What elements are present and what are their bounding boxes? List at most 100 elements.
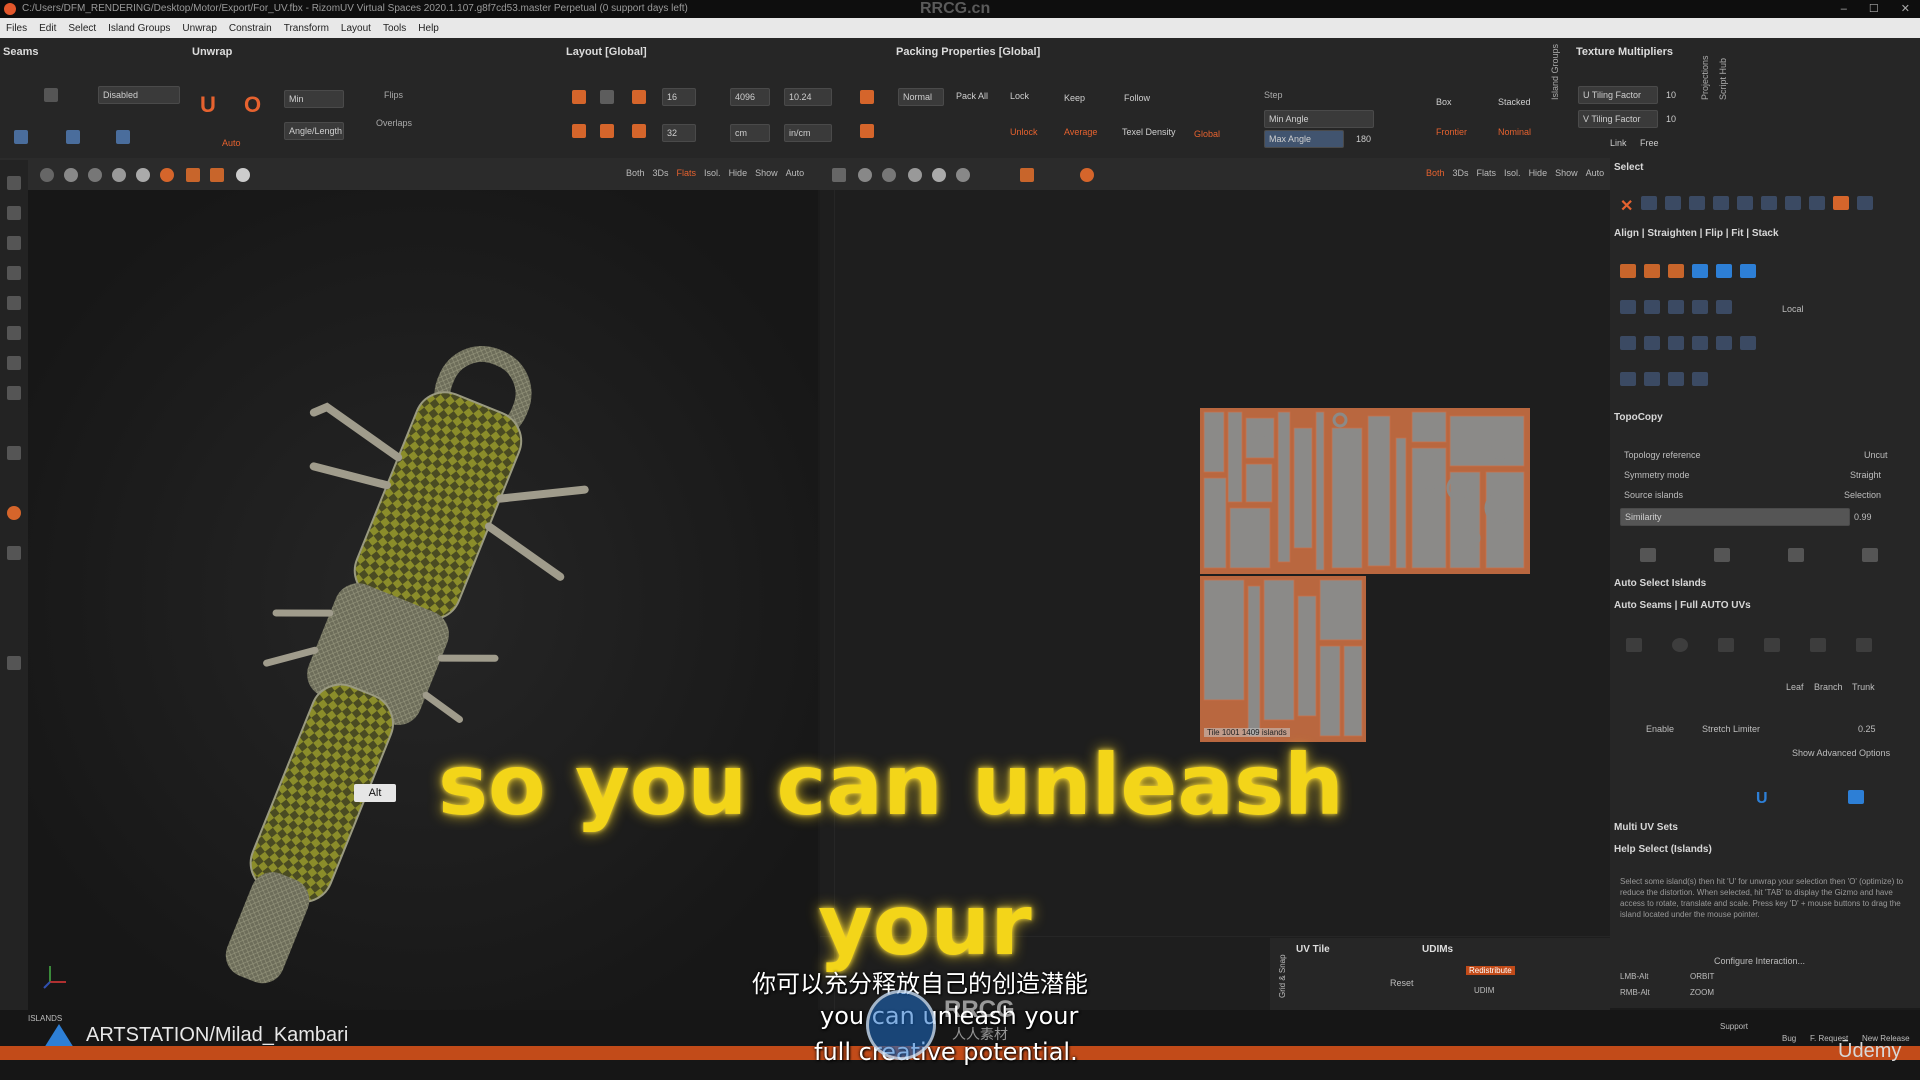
auto-select-title[interactable]: Auto Select Islands [1614, 578, 1706, 589]
select-invert-icon[interactable] [1833, 196, 1850, 210]
menu-constrain[interactable]: Constrain [229, 23, 272, 34]
topocopy-stack-icon[interactable] [1862, 548, 1878, 562]
wire-icon[interactable] [88, 168, 102, 182]
map-resolution-field[interactable]: 4096 [730, 88, 770, 106]
bug-link[interactable]: Bug [1782, 1034, 1796, 1043]
weld-tool-icon[interactable] [7, 296, 21, 310]
light-icon[interactable] [236, 168, 250, 182]
pivot-icon[interactable] [210, 168, 224, 182]
topocopy-apply-icon[interactable] [1788, 548, 1804, 562]
deselect-icon[interactable]: ✕ [1620, 196, 1633, 216]
tab-uv-hide[interactable]: Hide [1529, 168, 1548, 178]
leaf-option[interactable]: Leaf [1786, 682, 1804, 692]
flip-u-icon[interactable] [1668, 300, 1684, 314]
angle-length-field[interactable]: Angle/Length [284, 122, 344, 140]
menu-layout[interactable]: Layout [341, 23, 371, 34]
symmetry-mode-value[interactable]: Straight [1850, 470, 1881, 480]
hand-weld-icon[interactable] [66, 130, 80, 144]
fit-islands-icon[interactable] [600, 124, 614, 138]
unit-field[interactable]: cm [730, 124, 770, 142]
align-bottom-icon[interactable] [1740, 336, 1756, 350]
tab-3d-hide[interactable]: Hide [729, 168, 748, 178]
straighten-icon[interactable] [1620, 264, 1636, 278]
pack-icon[interactable] [572, 90, 586, 104]
uv-sphere-icon[interactable] [858, 168, 872, 182]
stretch-icon[interactable] [160, 168, 174, 182]
script-hub-tab[interactable]: Script Hub [1718, 58, 1728, 100]
fit-grid-icon[interactable] [1692, 264, 1708, 278]
tab-3d-isol[interactable]: Isol. [704, 168, 721, 178]
td-set-icon[interactable] [860, 124, 874, 138]
fit-icon[interactable] [600, 90, 614, 104]
projections-tab[interactable]: Projections [1700, 55, 1710, 100]
straighten-h-icon[interactable] [1644, 264, 1660, 278]
global-button[interactable]: Global [1190, 126, 1236, 144]
center-icon[interactable] [186, 168, 200, 182]
auto-seam-box-icon[interactable] [1764, 638, 1780, 652]
link-button[interactable]: Link [1610, 138, 1627, 148]
uv-stretch-icon[interactable] [956, 168, 970, 182]
topology-reference-value[interactable]: Uncut [1864, 450, 1888, 460]
follow-button[interactable]: Follow [1120, 90, 1174, 108]
menu-unwrap[interactable]: Unwrap [182, 23, 216, 34]
tab-uv-both[interactable]: Both [1426, 168, 1445, 178]
align-top-icon[interactable] [1692, 336, 1708, 350]
select-cursor-icon[interactable] [1660, 790, 1676, 804]
maximize-icon[interactable]: ☐ [1869, 0, 1879, 18]
select-island-icon[interactable] [1713, 196, 1730, 210]
menu-select[interactable]: Select [68, 23, 96, 34]
average-button[interactable]: Average [1060, 124, 1114, 142]
uv-checker-icon[interactable] [932, 168, 946, 182]
magnet-weld-icon[interactable] [116, 130, 130, 144]
viewport-3d[interactable]: Alt [28, 190, 818, 1010]
configure-interaction-button[interactable]: Configure Interaction... [1714, 956, 1805, 966]
accuracy-select[interactable]: Normal [898, 88, 944, 106]
flip-v2-icon[interactable] [1692, 300, 1708, 314]
flip-h-icon[interactable] [1620, 300, 1636, 314]
distribute-space-icon[interactable] [1668, 372, 1684, 386]
shading-icon[interactable] [40, 168, 54, 182]
max-angle-field[interactable]: Max Angle [1264, 130, 1344, 148]
tab-uv-auto[interactable]: Auto [1586, 168, 1605, 178]
move-tool-icon[interactable] [7, 176, 21, 190]
tab-3d-3ds[interactable]: 3Ds [653, 168, 669, 178]
auto-seam-figure-icon[interactable] [1718, 638, 1734, 652]
fit-grid3-icon[interactable] [1740, 264, 1756, 278]
lasso-tool-icon[interactable] [7, 546, 21, 560]
auto-seam-cube-icon[interactable] [1810, 638, 1826, 652]
optimize-tool-icon[interactable] [7, 356, 21, 370]
select-vertex-icon[interactable] [1641, 196, 1658, 210]
select-ring-icon[interactable] [1809, 196, 1826, 210]
menu-help[interactable]: Help [418, 23, 439, 34]
seams-mode-select[interactable]: Disabled [98, 86, 180, 104]
menu-island-groups[interactable]: Island Groups [108, 23, 170, 34]
enable-checkbox[interactable]: Enable [1646, 724, 1674, 734]
select-loop-icon[interactable] [1785, 196, 1802, 210]
select-shrink-icon[interactable] [1761, 196, 1778, 210]
uv-frame-icon[interactable] [832, 168, 846, 182]
menu-transform[interactable]: Transform [284, 23, 329, 34]
pin-tool-icon[interactable] [7, 386, 21, 400]
tab-3d-show[interactable]: Show [755, 168, 778, 178]
support-label[interactable]: Support [1720, 1022, 1748, 1031]
auto-seam-sphere-icon[interactable] [1672, 638, 1688, 652]
straighten-v-icon[interactable] [1668, 264, 1684, 278]
sphere-icon[interactable] [64, 168, 78, 182]
cut-tool-icon[interactable] [7, 266, 21, 280]
reset-button[interactable]: Reset [1390, 978, 1414, 988]
tab-uv-3ds[interactable]: 3Ds [1453, 168, 1469, 178]
pack-islands-icon[interactable] [572, 124, 586, 138]
select-edge-icon[interactable] [1665, 196, 1682, 210]
tab-uv-isol[interactable]: Isol. [1504, 168, 1521, 178]
unwrap-min-field[interactable]: Min [284, 90, 344, 108]
auto-pack-icon[interactable] [1847, 790, 1864, 804]
tab-3d-both[interactable]: Both [626, 168, 645, 178]
snap-tool-icon[interactable] [7, 506, 21, 520]
uv-tile-1001[interactable] [1200, 408, 1530, 574]
optimize-o-icon[interactable]: O [244, 92, 261, 118]
menu-files[interactable]: Files [6, 23, 27, 34]
auto-seam-link-icon[interactable] [1856, 638, 1872, 652]
u-tiling-field[interactable]: U Tiling Factor [1578, 86, 1658, 104]
unfold-u-icon[interactable]: U [200, 92, 216, 118]
grid-snap-tab[interactable]: Grid & Snap [1278, 954, 1287, 998]
